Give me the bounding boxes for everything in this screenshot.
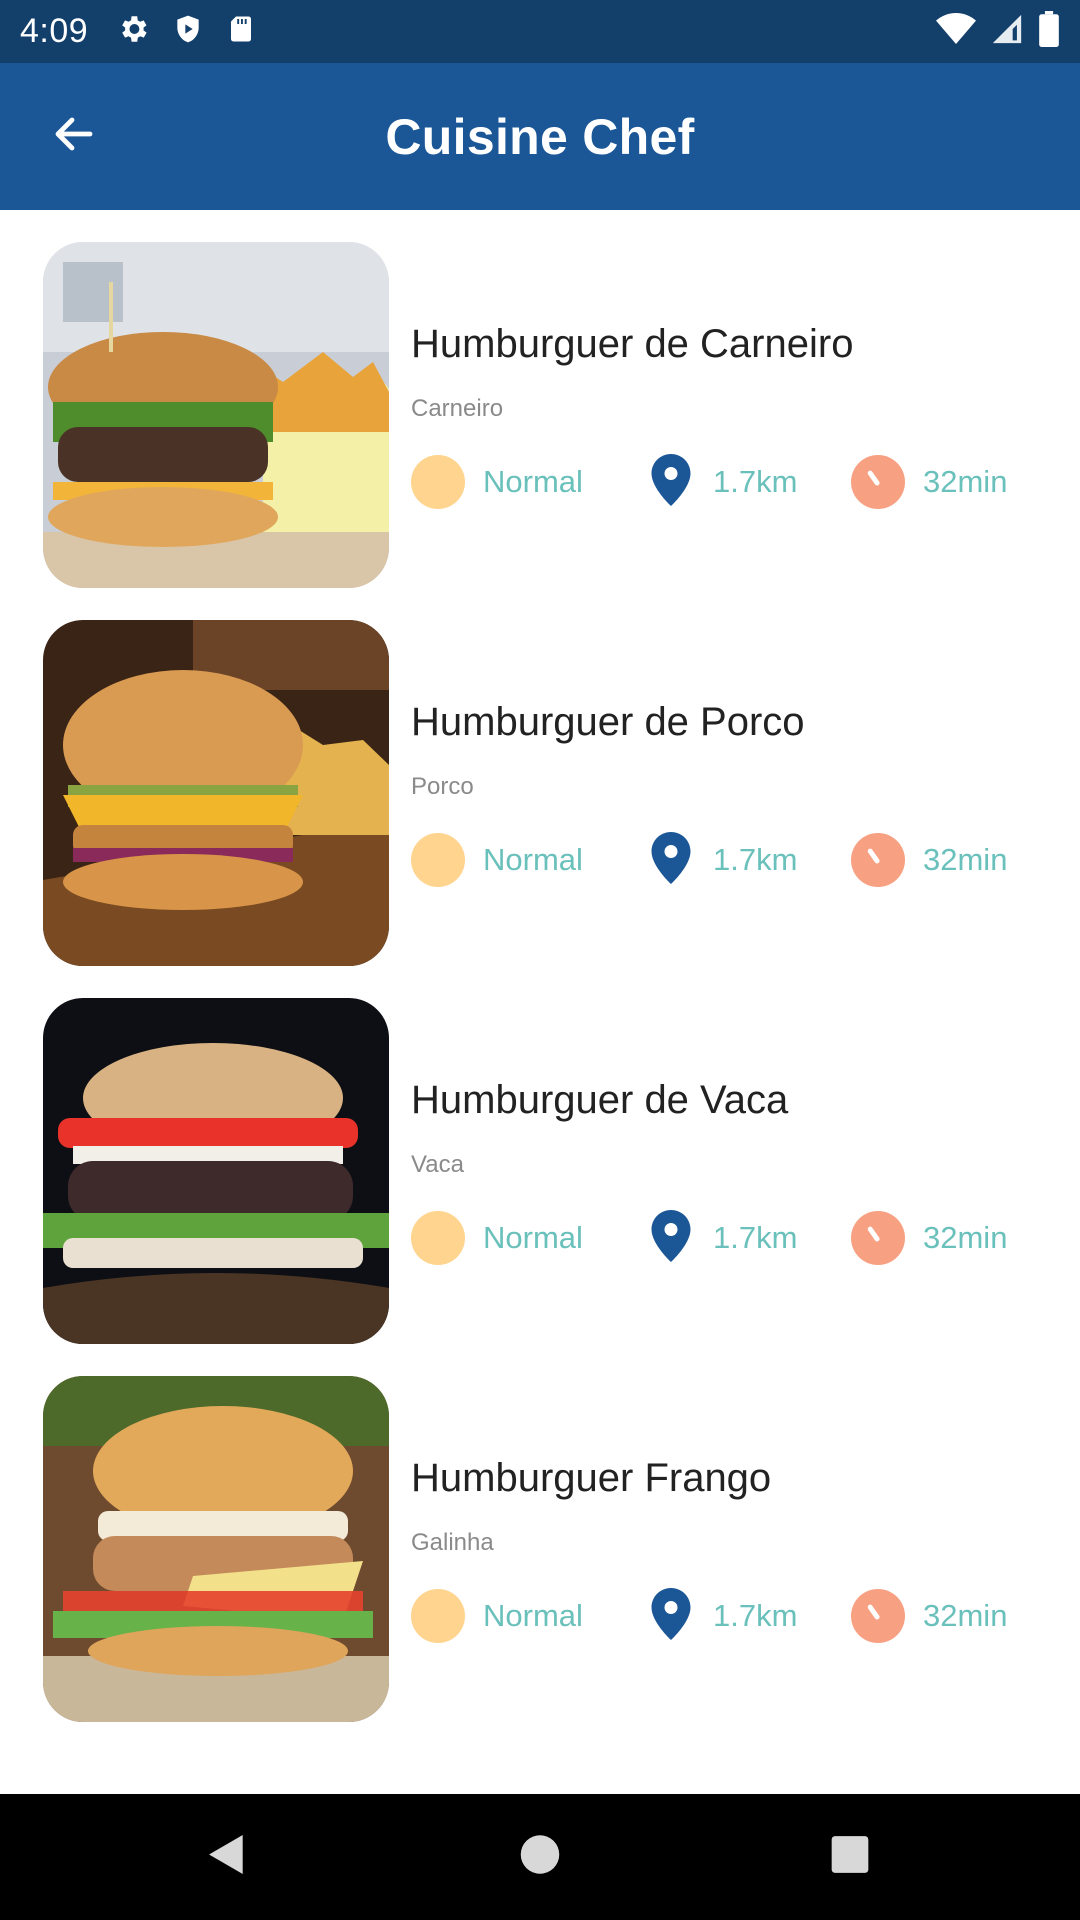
dish-meta: Normal 1.7km 32min (411, 1587, 1031, 1645)
dish-title: Humburguer de Vaca (411, 1078, 789, 1122)
dish-subtitle: Carneiro (411, 395, 504, 422)
time-meta: 32min (851, 1589, 1007, 1643)
list-item[interactable]: Humburguer de Vaca Vaca Normal 1.7km 32m… (43, 998, 1043, 1344)
difficulty-label: Normal (483, 1598, 583, 1633)
distance-meta: 1.7km (641, 453, 851, 511)
back-triangle-icon[interactable] (203, 1832, 247, 1883)
difficulty-label: Normal (483, 464, 583, 499)
location-pin-icon (651, 831, 691, 889)
status-icons-right (936, 11, 1060, 52)
dish-title: Humburguer Frango (411, 1456, 772, 1500)
arrow-back-icon (50, 110, 98, 163)
dish-image (43, 620, 389, 966)
distance-label: 1.7km (713, 464, 798, 499)
dish-info: Humburguer de Vaca Vaca Normal 1.7km 32m… (411, 998, 1031, 1265)
difficulty-meta: Normal (411, 1211, 641, 1265)
sd-card-icon (226, 12, 256, 51)
difficulty-meta: Normal (411, 833, 641, 887)
dish-info: Humburguer de Carneiro Carneiro Normal 1… (411, 242, 1031, 509)
clock-icon (851, 833, 905, 887)
difficulty-meta: Normal (411, 1589, 641, 1643)
difficulty-label: Normal (483, 1220, 583, 1255)
distance-meta: 1.7km (641, 1209, 851, 1267)
dish-meta: Normal 1.7km 32min (411, 453, 1031, 511)
status-icons-left (116, 12, 256, 51)
distance-label: 1.7km (713, 1220, 798, 1255)
home-circle-icon[interactable] (519, 1834, 561, 1881)
app-bar: Cuisine Chef (0, 63, 1080, 210)
page-title: Cuisine Chef (385, 108, 695, 165)
battery-icon (1038, 11, 1060, 52)
location-pin-icon (651, 1209, 691, 1267)
system-nav-bar (0, 1794, 1080, 1920)
dish-title: Humburguer de Carneiro (411, 322, 854, 366)
signal-icon (990, 12, 1024, 51)
recents-square-icon[interactable] (830, 1835, 870, 1880)
level-dot-icon (411, 1211, 465, 1265)
dish-subtitle: Vaca (411, 1151, 464, 1178)
dish-info: Humburguer de Porco Porco Normal 1.7km 3… (411, 620, 1031, 887)
level-dot-icon (411, 455, 465, 509)
time-label: 32min (923, 842, 1008, 877)
location-pin-icon (651, 1587, 691, 1645)
dish-subtitle: Galinha (411, 1529, 494, 1556)
dish-image (43, 1376, 389, 1722)
clock-icon (851, 1211, 905, 1265)
level-dot-icon (411, 833, 465, 887)
dish-image (43, 242, 389, 588)
dish-title: Humburguer de Porco (411, 700, 805, 744)
difficulty-meta: Normal (411, 455, 641, 509)
status-bar: 4:09 (0, 0, 1080, 63)
dish-subtitle: Porco (411, 773, 474, 800)
time-label: 32min (923, 464, 1008, 499)
time-label: 32min (923, 1220, 1008, 1255)
dish-image (43, 998, 389, 1344)
time-label: 32min (923, 1598, 1008, 1633)
dish-info: Humburguer Frango Galinha Normal 1.7km 3… (411, 1376, 1031, 1643)
time-meta: 32min (851, 833, 1007, 887)
dish-meta: Normal 1.7km 32min (411, 831, 1031, 889)
status-time: 4:09 (20, 12, 89, 50)
time-meta: 32min (851, 1211, 1007, 1265)
distance-meta: 1.7km (641, 1587, 851, 1645)
back-button[interactable] (46, 109, 102, 165)
list-item[interactable]: Humburguer Frango Galinha Normal 1.7km 3… (43, 1376, 1043, 1722)
distance-label: 1.7km (713, 842, 798, 877)
shield-icon (172, 12, 204, 51)
level-dot-icon (411, 1589, 465, 1643)
clock-icon (851, 1589, 905, 1643)
wifi-icon (936, 12, 976, 51)
list-item[interactable]: Humburguer de Porco Porco Normal 1.7km 3… (43, 620, 1043, 966)
distance-label: 1.7km (713, 1598, 798, 1633)
gear-icon (116, 12, 150, 51)
distance-meta: 1.7km (641, 831, 851, 889)
dish-meta: Normal 1.7km 32min (411, 1209, 1031, 1267)
clock-icon (851, 455, 905, 509)
difficulty-label: Normal (483, 842, 583, 877)
location-pin-icon (651, 453, 691, 511)
time-meta: 32min (851, 455, 1007, 509)
list-item[interactable]: Humburguer de Carneiro Carneiro Normal 1… (43, 242, 1043, 588)
